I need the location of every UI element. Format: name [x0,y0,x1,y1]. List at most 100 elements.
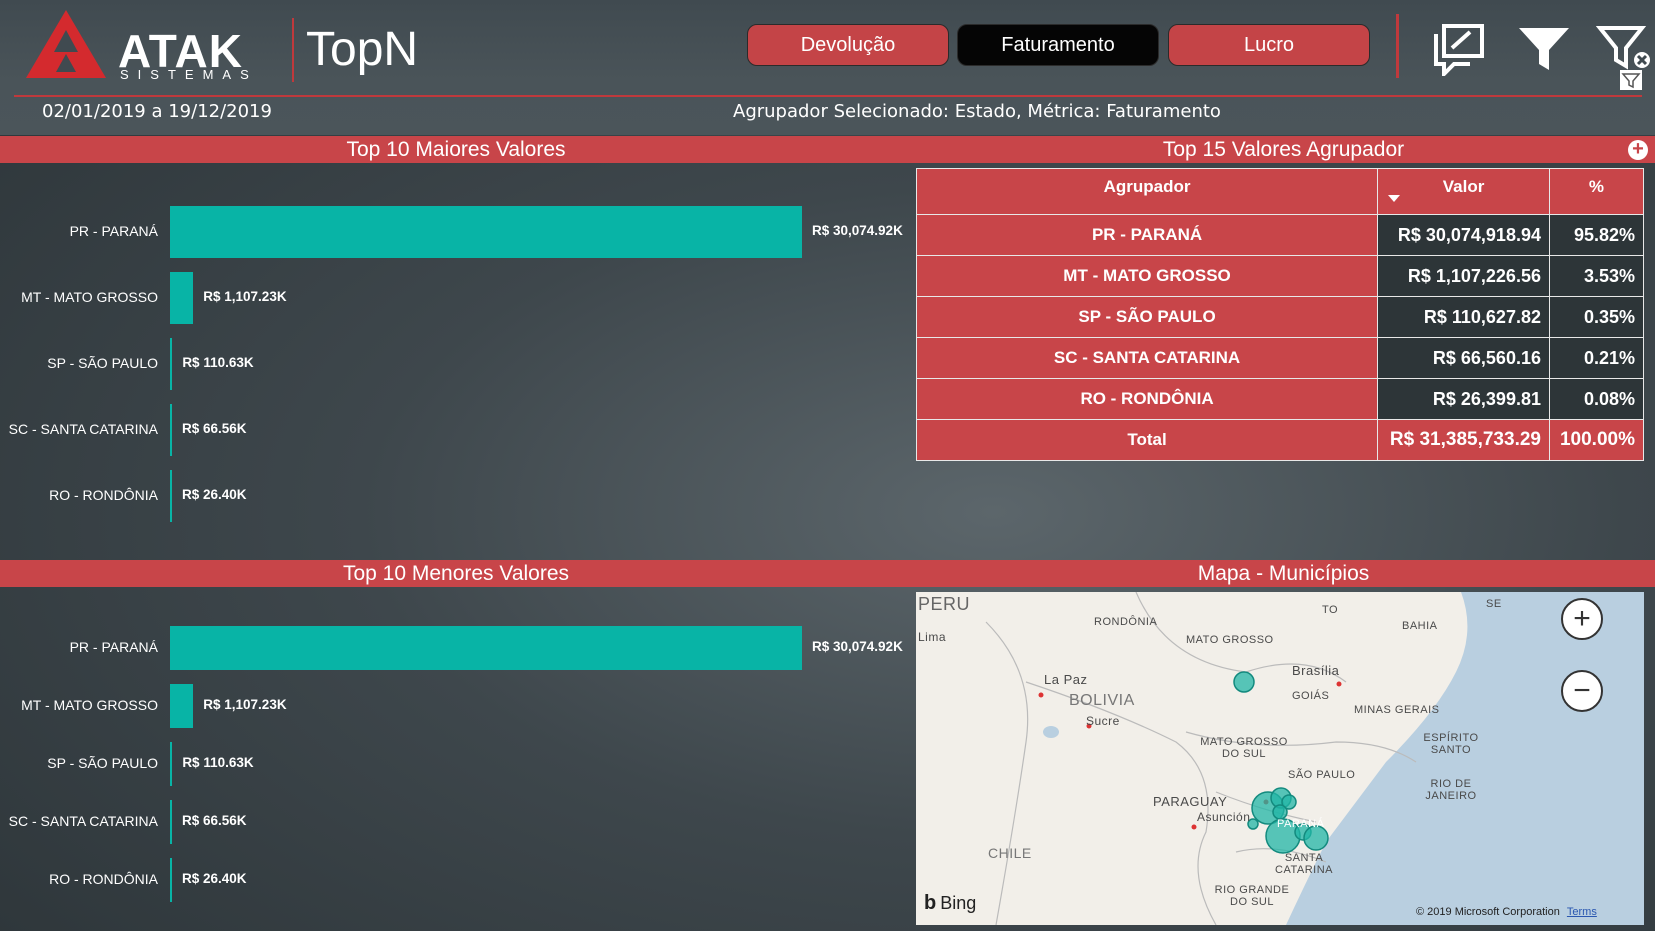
map-label: BAHIA [1402,620,1438,632]
bing-icon: b [924,892,937,914]
total-percent: 100.00% [1548,419,1645,461]
bar[interactable] [170,684,194,728]
bar[interactable] [170,338,173,390]
category-label: SP - SÃO PAULO [47,355,158,371]
map-label: Asunción [1197,810,1251,824]
data-label: R$ 1,107.23K [203,697,287,712]
expand-icon[interactable]: + [1628,139,1648,160]
data-label: R$ 30,074.92K [812,223,903,238]
table-total-row: Total R$ 31,385,733.29 100.00% [915,419,1645,461]
col-header-valor[interactable]: Valor [1377,168,1550,215]
cell-valor: R$ 26,399.81 [1377,378,1550,420]
bar[interactable] [170,470,172,522]
category-label: SC - SANTA CATARINA [8,421,158,437]
cell-percent: 95.82% [1548,214,1645,256]
top15-table: Agrupador Valor % PR - PARANÁ R$ 30,074,9… [915,168,1645,461]
map-label: Sucre [1086,714,1120,728]
terms-link[interactable]: Terms [1567,906,1597,918]
cell-percent: 0.08% [1548,378,1645,420]
cell-percent: 0.21% [1548,337,1645,379]
table-row[interactable]: MT - MATO GROSSO R$ 1,107,226.56 3.53% [915,255,1645,297]
map-label: GOIÁS [1292,690,1330,702]
data-label: R$ 26.40K [182,487,247,502]
cell-percent: 0.35% [1548,296,1645,338]
header-underline [14,95,1642,97]
filter-icon[interactable] [1515,20,1573,76]
map-label: PERU [918,594,971,614]
category-label: MT - MATO GROSSO [21,289,158,305]
table-row[interactable]: RO - RONDÔNIA R$ 26,399.81 0.08% [915,378,1645,420]
data-label: R$ 1,107.23K [203,289,287,304]
bottom-chart-title: Top 10 Menores Valores [0,560,912,587]
category-label: RO - RONDÔNIA [49,871,158,887]
bing-logo: b Bing [924,892,976,915]
data-label: R$ 26.40K [182,871,247,886]
cell-valor: R$ 1,107,226.56 [1377,255,1550,297]
bar[interactable] [170,742,173,786]
col-header-percent[interactable]: % [1548,168,1645,215]
cell-valor: R$ 110,627.82 [1377,296,1550,338]
bar[interactable] [170,404,172,456]
devolucao-button[interactable]: Devolução [747,24,949,66]
filter-pane-toggle[interactable] [1620,70,1642,90]
map-label: RIO DE JANEIRO [1425,778,1477,802]
bar[interactable] [170,800,172,844]
map-label: CHILE [988,845,1032,861]
cell-agrupador: PR - PARANÁ [915,214,1379,256]
total-valor: R$ 31,385,733.29 [1377,419,1550,461]
total-label: Total [915,419,1379,461]
selection-status: Agrupador Selecionado: Estado, Métrica: … [733,101,1221,122]
map-label: MINAS GERAIS [1354,704,1440,716]
map-title: Mapa - Municípios [912,560,1655,587]
col-header-agrupador[interactable]: Agrupador [915,168,1379,215]
table-row[interactable]: SP - SÃO PAULO R$ 110,627.82 0.35% [915,296,1645,338]
data-label: R$ 110.63K [182,755,254,770]
cell-valor: R$ 30,074,918.94 [1377,214,1550,256]
data-label: R$ 66.56K [182,421,247,436]
faturamento-button[interactable]: Faturamento [957,24,1159,66]
bar[interactable] [170,626,802,670]
category-label: MT - MATO GROSSO [21,697,158,713]
map-copyright: © 2019 Microsoft Corporation Terms [1416,906,1597,918]
map-label: Lima [918,630,947,644]
bottom-values-chart: PR - PARANÁ R$ 30,074.92K MT - MATO GROSSO… [0,590,912,920]
lucro-button[interactable]: Lucro [1168,24,1370,66]
map-label: PARANÁ [1277,818,1325,830]
category-label: SP - SÃO PAULO [47,755,158,771]
map-label: Brasília [1292,663,1340,678]
comment-icon[interactable] [1430,20,1488,76]
header-divider [292,18,294,82]
bar[interactable] [170,206,802,258]
zoom-in-button[interactable]: + [1561,598,1603,640]
map-label: SÃO PAULO [1288,769,1356,781]
table-row[interactable]: SC - SANTA CATARINA R$ 66,560.16 0.21% [915,337,1645,379]
cell-agrupador: SP - SÃO PAULO [915,296,1379,338]
map-label: SANTA CATARINA [1275,852,1333,876]
map-label: ESPÍRITO SANTO [1423,732,1479,756]
category-label: RO - RONDÔNIA [49,487,158,503]
category-label: PR - PARANÁ [69,223,158,239]
logo-subtitle: SISTEMAS [120,67,258,82]
data-label: R$ 110.63K [182,355,254,370]
bar[interactable] [170,858,172,902]
cell-valor: R$ 66,560.16 [1377,337,1550,379]
bar[interactable] [170,272,194,324]
header-divider-right [1396,14,1399,78]
data-label: R$ 66.56K [182,813,247,828]
map-label: TO [1322,604,1339,616]
map-label: PARAGUAY [1153,794,1228,809]
zoom-out-button[interactable]: − [1561,670,1603,712]
copyright-text: © 2019 Microsoft Corporation [1416,906,1560,918]
municipios-map[interactable]: PERU Lima RONDÔNIA MATO GROSSO TO BAHIA … [916,592,1644,925]
category-label: SC - SANTA CATARINA [8,813,158,829]
cell-agrupador: RO - RONDÔNIA [915,378,1379,420]
col-header-valor-label: Valor [1442,177,1485,196]
map-label: La Paz [1044,672,1088,687]
clear-filter-icon[interactable] [1596,20,1654,76]
page-title: TopN [306,23,419,76]
table-row[interactable]: PR - PARANÁ R$ 30,074,918.94 95.82% [915,214,1645,256]
cell-percent: 3.53% [1548,255,1645,297]
date-range: 02/01/2019 a 19/12/2019 [42,101,272,122]
map-label: SE [1486,598,1502,610]
map-label: RONDÔNIA [1094,616,1158,628]
